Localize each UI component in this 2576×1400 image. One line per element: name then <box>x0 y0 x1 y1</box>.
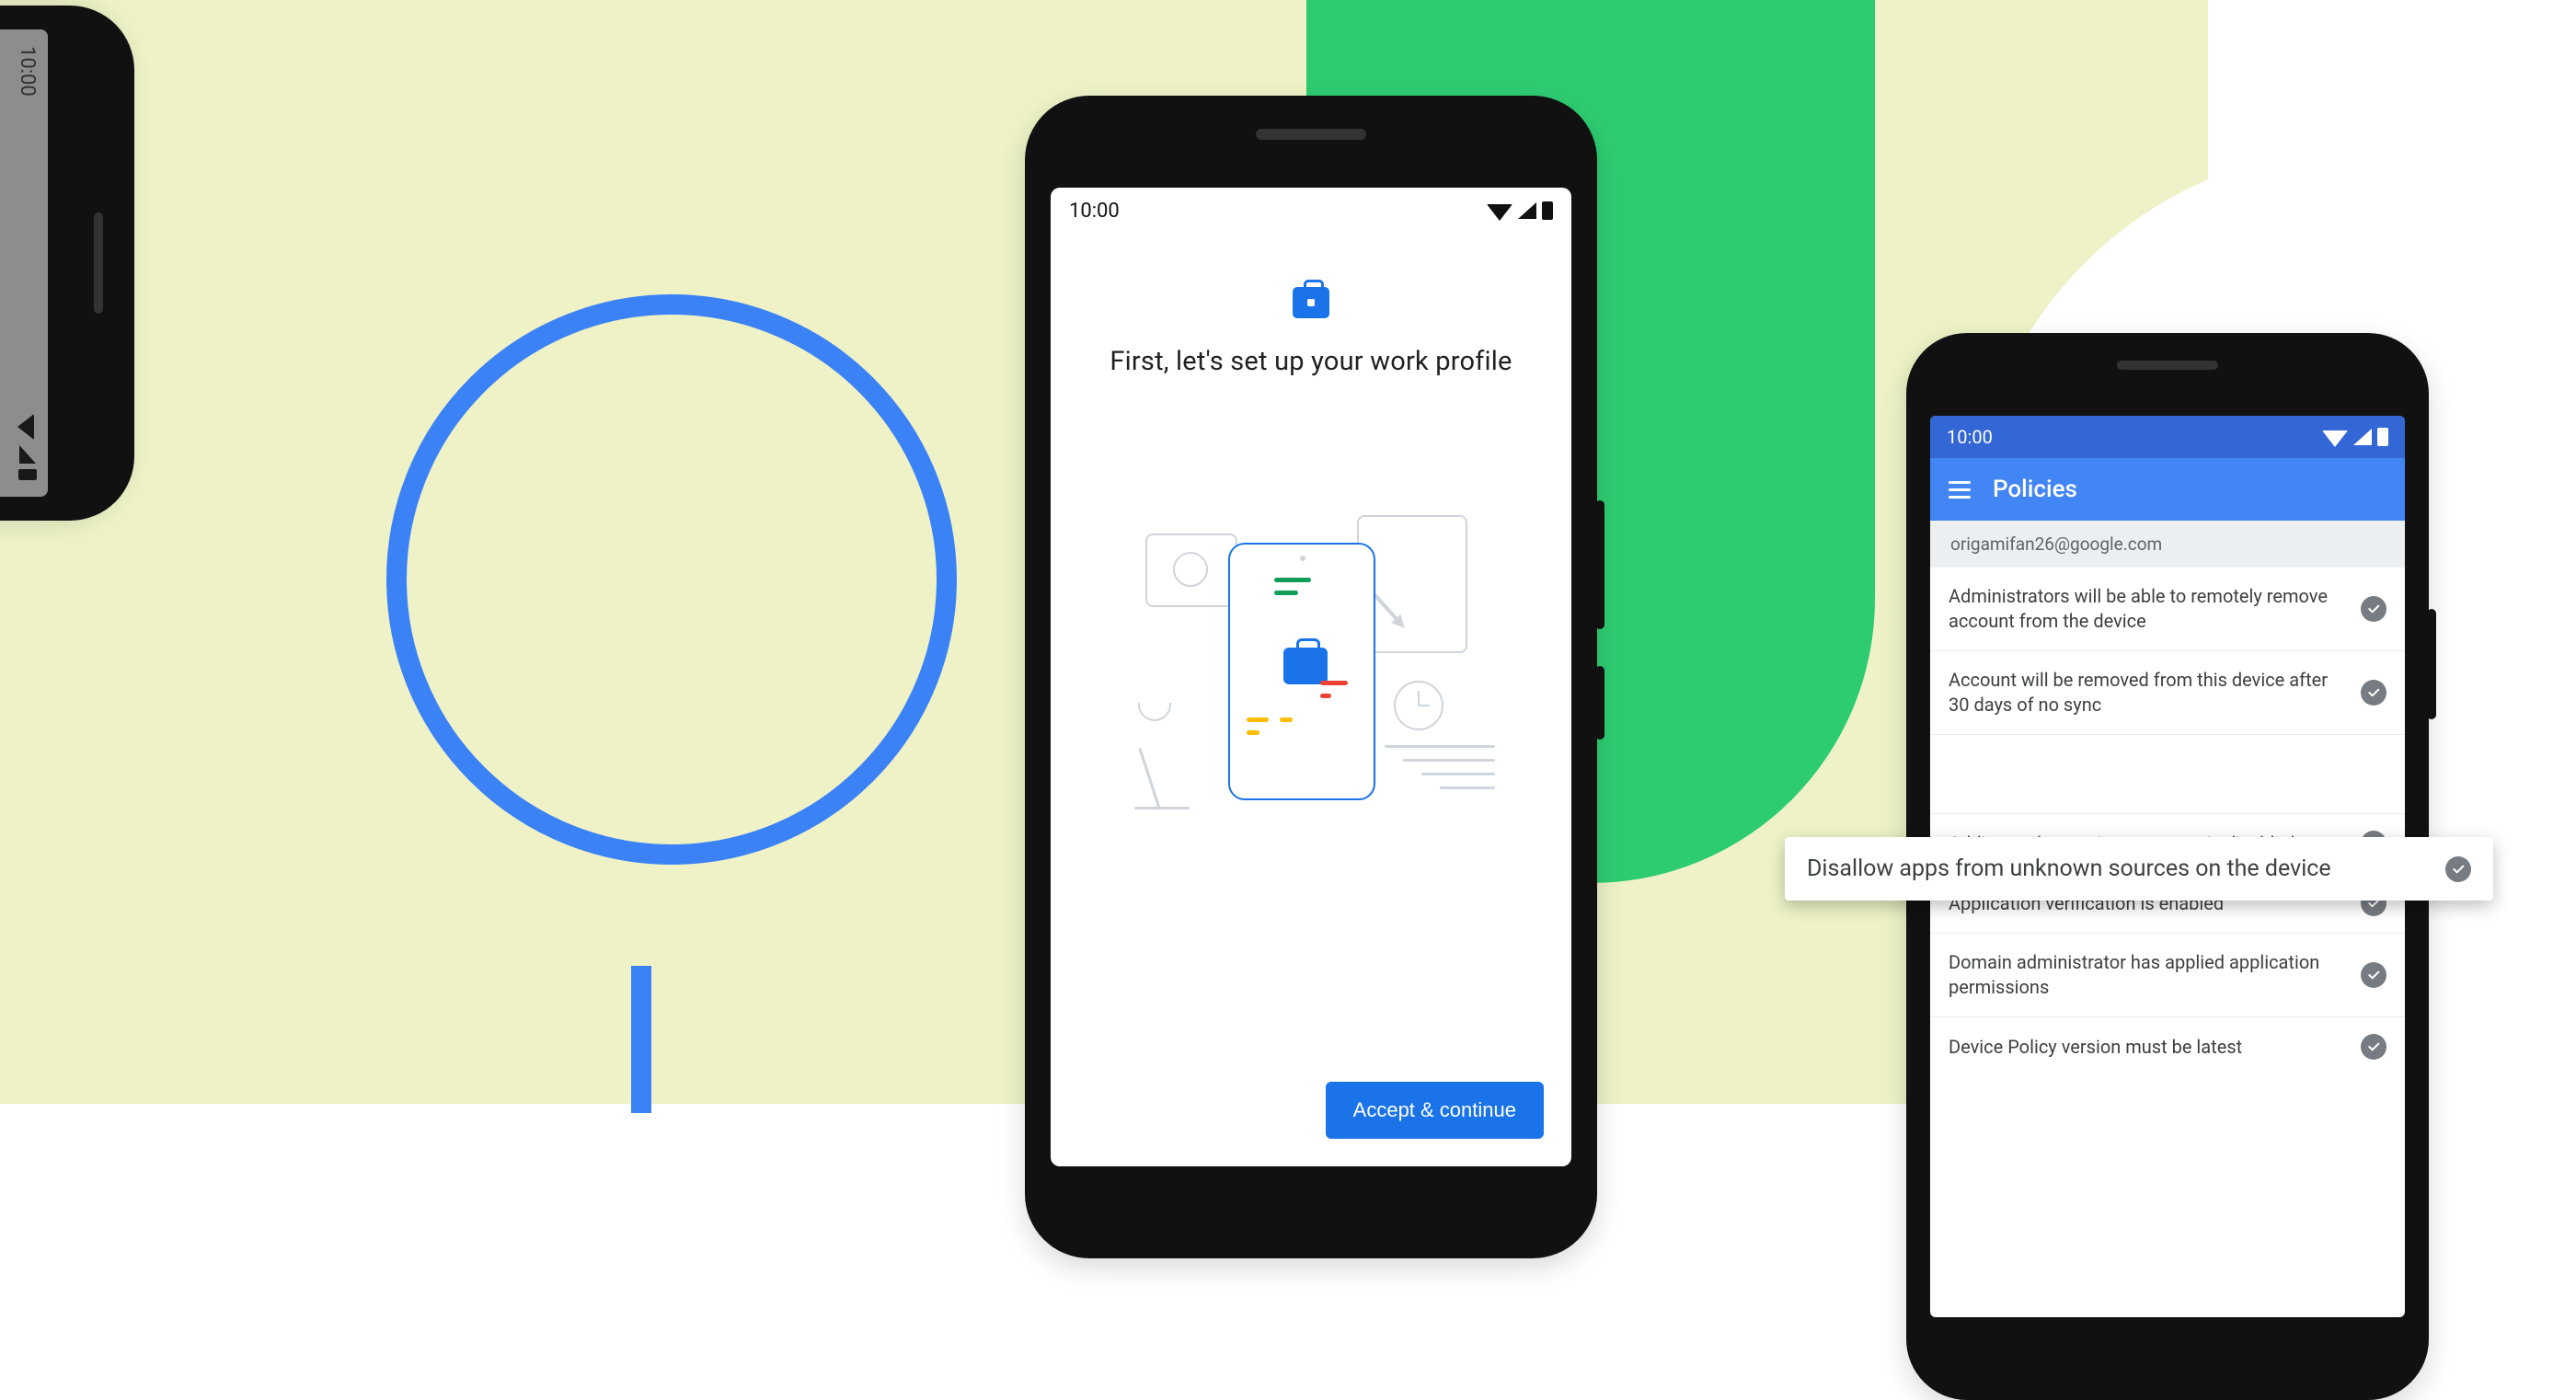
volume-button <box>1595 500 1604 629</box>
illus-clock <box>1394 681 1443 730</box>
phone-speaker <box>2117 361 2218 370</box>
illus-briefcase-icon <box>1283 648 1328 684</box>
check-icon <box>2445 856 2471 882</box>
policy-text: Device Policy version must be latest <box>1949 1035 2346 1060</box>
illus-accent <box>1274 591 1298 595</box>
phone-speaker <box>1256 129 1366 140</box>
illus-lamp <box>1134 699 1199 809</box>
promo-stage: 10:00 Network & internet <box>0 0 2576 1104</box>
check-icon <box>2361 962 2386 988</box>
volume-button <box>2427 609 2436 719</box>
check-icon <box>2361 596 2386 622</box>
illus-accent <box>1274 578 1311 582</box>
setup-heading: First, let's set up your work profile <box>1078 346 1544 377</box>
dialog-scrim[interactable] <box>0 29 48 497</box>
policy-item[interactable]: Domain administrator has applied applica… <box>1930 934 2405 1017</box>
wifi-icon <box>1487 204 1512 221</box>
check-icon <box>2361 1034 2386 1060</box>
phone-speaker <box>94 212 103 314</box>
illus-accent <box>1280 717 1293 722</box>
status-bar: 10:00 <box>1930 416 2405 458</box>
bg-blue-line <box>631 966 651 1113</box>
left-phone-wrapper: 10:00 Network & internet <box>0 6 134 521</box>
policy-list[interactable]: Administrators will be able to remotely … <box>1930 568 2405 1076</box>
status-time: 10:00 <box>1947 426 1993 448</box>
illus-steps <box>1385 745 1495 800</box>
policy-text: Disallow apps from unknown sources on th… <box>1807 855 2427 882</box>
policy-item-placeholder <box>1930 735 2405 814</box>
power-button <box>1595 666 1604 740</box>
menu-icon[interactable] <box>1949 481 1971 499</box>
illus-accent <box>1247 717 1269 722</box>
illus-accent <box>1247 730 1259 735</box>
battery-icon <box>1542 201 1553 220</box>
policy-text: Administrators will be able to remotely … <box>1949 584 2346 634</box>
setup-illustration <box>1118 506 1504 855</box>
account-email: origamifan26@google.com <box>1930 521 2405 568</box>
app-bar: Policies <box>1930 458 2405 521</box>
left-phone-screen: 10:00 Network & internet <box>0 29 48 497</box>
status-bar: 10:00 <box>1051 188 1571 234</box>
policy-text: Account will be removed from this device… <box>1949 668 2346 717</box>
policy-text: Domain administrator has applied applica… <box>1949 950 2346 1000</box>
status-time: 10:00 <box>1069 200 1120 223</box>
policy-item[interactable]: Administrators will be able to remotely … <box>1930 568 2405 651</box>
center-phone-frame: 10:00 First, let's set up your work prof… <box>1025 96 1597 1258</box>
wifi-icon <box>2322 430 2348 447</box>
illus-photo-card <box>1145 534 1237 607</box>
illus-accent <box>1320 694 1331 698</box>
battery-icon <box>2377 428 2388 446</box>
policy-item[interactable]: Account will be removed from this device… <box>1930 651 2405 735</box>
briefcase-icon <box>1293 287 1329 318</box>
signal-icon <box>2353 429 2372 445</box>
signal-icon <box>1518 202 1536 219</box>
bg-blue-ring <box>386 294 957 865</box>
highlighted-policy-card[interactable]: Disallow apps from unknown sources on th… <box>1785 837 2493 901</box>
left-phone-frame: 10:00 Network & internet <box>0 6 134 521</box>
center-phone-screen: 10:00 First, let's set up your work prof… <box>1051 188 1571 1166</box>
setup-content: First, let's set up your work profile <box>1051 234 1571 855</box>
illus-accent <box>1320 681 1348 685</box>
appbar-title: Policies <box>1993 476 2077 503</box>
check-icon <box>2361 680 2386 706</box>
accept-continue-button[interactable]: Accept & continue <box>1326 1082 1544 1139</box>
policy-item[interactable]: Device Policy version must be latest <box>1930 1017 2405 1076</box>
